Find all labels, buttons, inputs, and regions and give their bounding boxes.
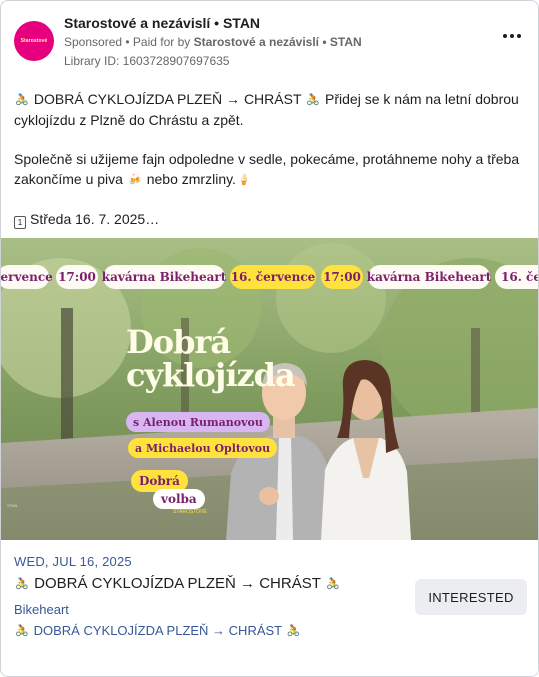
event-description[interactable]: 🚴 DOBRÁ CYKLOJÍZDA PLZEŇ → CHRÁST 🚴 [14,623,302,638]
stan-small-logo: STAROSTOVÉ [173,509,207,515]
library-id: Library ID: 1603728907697635 [64,54,230,68]
ticker-item: 16. července [230,265,316,289]
event-footer: WED, JUL 16, 2025 🚴 DOBRÁ CYKLOJÍZDA PLZ… [1,540,538,676]
sponsored-label: Sponsored [64,35,123,49]
event-description-text: DOBRÁ CYKLOJÍZDA PLZEŇ → CHRÁST [33,623,282,638]
ticker-item: kavárna Bikeheart [367,265,491,289]
body-paragraph-1: 🚴 DOBRÁ CYKLOJÍZDA PLZEŇ → CHRÁST 🚴 Přid… [14,89,525,130]
event-title-text: DOBRÁ CYKLOJÍZDA PLZEŇ → CHRÁST [34,575,321,592]
body-paragraph-2: Společně si užijeme fajn odpoledne v sed… [14,149,525,190]
corner-watermark: STAN [7,503,18,508]
guest-tag-2: a Michaelou Opltovou [128,438,278,458]
event-venue[interactable]: Bikeheart [14,602,69,617]
ticker-item: 16. če [495,265,538,289]
calendar-icon: 1 [14,216,26,229]
body-together: Společně si užijeme fajn odpoledne v sed… [14,151,520,187]
beer-icon: 🍻 [127,174,142,186]
bicycle-icon: 🚴 [286,625,301,637]
advertiser-name[interactable]: Starostové a nezávislí • STAN [64,15,260,31]
event-title[interactable]: 🚴 DOBRÁ CYKLOJÍZDA PLZEŇ → CHRÁST 🚴 [14,575,341,592]
interested-button[interactable]: INTERESTED [415,579,527,615]
bicycle-icon: 🚴 [15,578,29,590]
headline-line-2: cyklojízda [126,356,296,394]
body-title: DOBRÁ CYKLOJÍZDA PLZEŇ → CHRÁST [33,91,302,107]
bicycle-icon: 🚴 [15,625,29,637]
ticker-item: 17:00 [321,265,363,289]
sponsored-line: Sponsored • Paid for by Starostové a nez… [64,35,362,49]
body-paragraph-3: 1 Středa 16. 7. 2025… [14,209,525,229]
ice-cream-icon: 🍦 [237,174,251,186]
more-options-icon[interactable] [499,27,525,45]
image-headline: Dobrá cyklojízda [126,323,296,394]
event-date: WED, JUL 16, 2025 [14,554,132,569]
ad-header: Starostové Starostové a nezávislí • STAN… [14,13,525,71]
ad-image[interactable]: července 17:00 kavárna Bikeheart 16. čer… [1,238,538,540]
advertiser-avatar[interactable]: Starostové [14,21,54,61]
bicycle-icon: 🚴 [306,94,320,106]
ad-body-text: 🚴 DOBRÁ CYKLOJÍZDA PLZEŇ → CHRÁST 🚴 Přid… [14,89,525,229]
bicycle-icon: 🚴 [15,94,29,106]
ticker-item: července [1,265,53,289]
body-icecream-text: nebo zmrzliny. [146,171,236,187]
payer-name: Starostové a nezávislí • STAN [193,35,362,49]
guest-tag-1: s Alenou Rumanovou [126,412,270,432]
ad-card: Starostové Starostové a nezávislí • STAN… [0,0,539,677]
ticker-item: 17:00 [56,265,98,289]
headline-line-1: Dobrá [126,323,231,361]
dobra-volba-logo-bottom: volba [153,489,205,509]
ticker-item: kavárna Bikeheart [102,265,226,289]
avatar-logo-text: Starostové [20,38,48,44]
paid-for-prefix: • Paid for by [122,35,194,49]
body-date: Středa 16. 7. 2025… [30,211,160,227]
bicycle-icon: 🚴 [325,578,340,590]
